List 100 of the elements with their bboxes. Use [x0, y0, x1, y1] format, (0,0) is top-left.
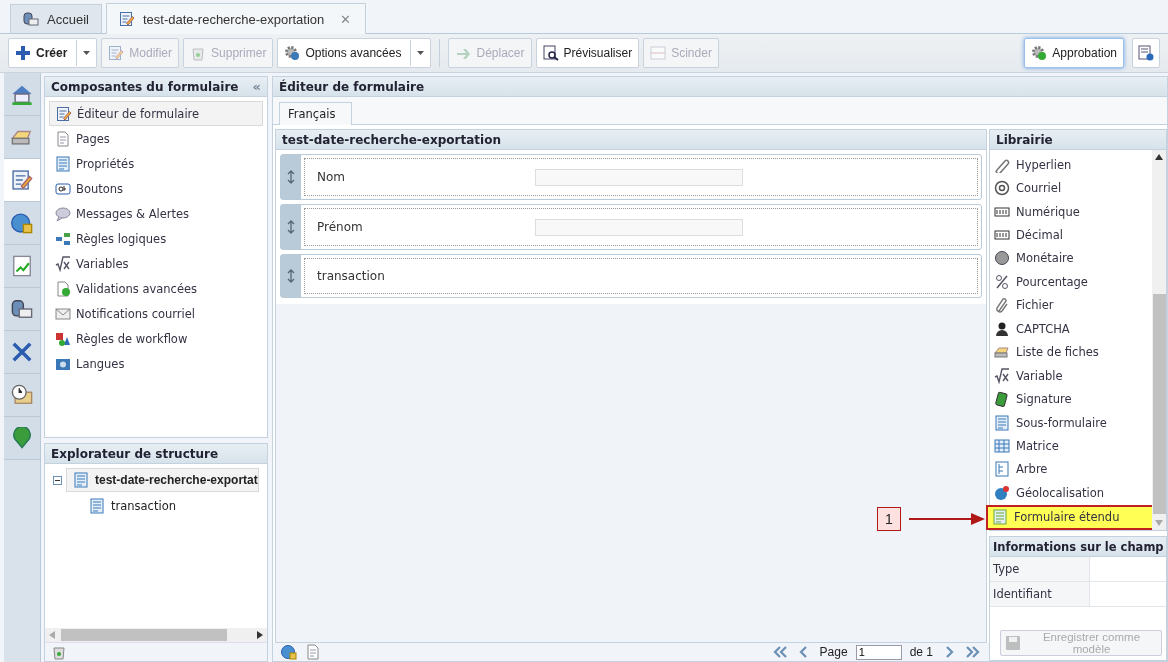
page-number-field[interactable]: 1 [855, 644, 902, 660]
toolbar-button[interactable]: Créer [8, 38, 98, 68]
library-item[interactable]: Sous-formulaire [990, 410, 1152, 435]
side-nav-button[interactable] [4, 417, 40, 460]
tab[interactable]: test-date-recherche-exportation ✕ [105, 3, 367, 34]
last-page-icon [965, 644, 981, 660]
paperclip-icon [994, 297, 1010, 314]
horizontal-scrollbar[interactable] [45, 628, 267, 642]
trash-icon [51, 644, 67, 660]
square-root-icon [55, 255, 71, 272]
library-item[interactable]: Variable [990, 363, 1152, 388]
library-item[interactable]: Fichier [990, 293, 1152, 318]
form-field-row[interactable]: Prénom [280, 204, 982, 250]
component-item[interactable]: Variables [49, 251, 263, 276]
approval-button[interactable]: Approbation [1024, 38, 1124, 68]
house-icon [11, 83, 33, 105]
trash-icon [190, 45, 207, 61]
panel-title: Informations sur le champ [993, 539, 1164, 554]
side-nav-button[interactable] [4, 159, 40, 202]
component-item[interactable]: Langues [49, 351, 263, 376]
component-item[interactable]: Règles logiques [49, 226, 263, 251]
document-info-icon [1138, 45, 1154, 61]
library-item[interactable]: Formulaire étendu [988, 506, 1152, 529]
library-item[interactable]: Monétaire [990, 246, 1152, 271]
side-nav-button[interactable] [4, 374, 40, 417]
coin-icon [994, 250, 1010, 267]
scroll-right-icon[interactable] [257, 631, 263, 639]
side-nav-button[interactable] [4, 288, 40, 331]
tab[interactable]: Accueil [10, 4, 102, 33]
form-field-row[interactable]: Nom [280, 154, 982, 200]
library-item[interactable]: Géolocalisation [990, 481, 1152, 505]
workflow-icon [55, 330, 71, 347]
plus-icon [15, 45, 31, 61]
library-item[interactable]: Signature [990, 387, 1152, 411]
form-icon [994, 414, 1010, 431]
page-total: de 1 [909, 645, 933, 659]
clock-icon [11, 384, 33, 406]
phone-icon [994, 391, 1010, 408]
library-item[interactable]: Numérique [990, 199, 1152, 224]
info-button[interactable] [1132, 38, 1160, 68]
document-check-icon [55, 280, 71, 297]
tree-node[interactable]: transaction [53, 492, 176, 514]
component-item[interactable]: Règles de workflow [49, 326, 263, 351]
library-item[interactable]: Pourcentage [990, 270, 1152, 294]
form-edit-icon [11, 169, 33, 191]
toolbar-button[interactable]: Options avancées [277, 38, 432, 68]
library-item[interactable]: Décimal [990, 223, 1152, 247]
component-item[interactable]: Notifications courriel [49, 301, 263, 326]
toolbar-button[interactable]: Prévisualiser [535, 38, 640, 68]
button-icon [55, 180, 71, 197]
library-item[interactable]: Hyperlien [990, 153, 1152, 177]
location-pin-icon [11, 427, 33, 449]
caret-icon[interactable] [410, 40, 425, 66]
input-field[interactable] [535, 168, 743, 186]
library-item[interactable]: Liste de fiches [990, 340, 1152, 364]
first-page-icon [771, 644, 788, 660]
link-icon [994, 156, 1010, 173]
input-field[interactable] [535, 218, 743, 236]
library-item[interactable]: Arbre [990, 457, 1152, 482]
envelope-icon [55, 305, 71, 322]
tree-node[interactable]: test-date-recherche-exportat [66, 468, 259, 492]
component-item[interactable]: Validations avancées [49, 276, 263, 301]
property-label: Identifiant [990, 582, 1090, 606]
component-item[interactable]: Pages [49, 126, 263, 151]
side-nav-button[interactable] [4, 73, 40, 116]
component-item[interactable]: Éditeur de formulaire [49, 101, 263, 126]
side-nav-button[interactable] [4, 116, 40, 159]
callout-number: 1 [877, 507, 901, 531]
tray-icon [994, 344, 1010, 361]
component-item[interactable]: Propriétés [49, 151, 263, 176]
form-edit-icon [118, 11, 135, 27]
form-field-row[interactable]: transaction [280, 254, 982, 298]
language-tab[interactable]: Français [279, 102, 353, 125]
clipboard-icon [55, 155, 71, 172]
square-root-icon [994, 367, 1010, 384]
grid-icon [994, 437, 1010, 454]
scroll-left-icon[interactable] [49, 631, 55, 639]
page-label: Page [819, 645, 848, 659]
library-item[interactable]: Courriel [990, 176, 1152, 200]
side-nav-button[interactable] [4, 245, 40, 288]
scroll-down-icon[interactable] [1155, 520, 1163, 526]
component-item[interactable]: Messages & Alertes [49, 201, 263, 226]
preview-icon [542, 45, 559, 61]
tree-icon [994, 461, 1010, 478]
caret-icon[interactable] [76, 40, 91, 66]
component-item[interactable]: Boutons [49, 176, 263, 201]
panel-title: Éditeur de formulaire [279, 79, 425, 94]
scroll-up-icon[interactable] [1155, 154, 1163, 160]
speech-bubble-icon [55, 205, 71, 222]
side-nav-button[interactable] [4, 202, 40, 245]
collapse-toggle-icon[interactable] [53, 475, 62, 485]
property-label: Type [990, 557, 1090, 581]
library-item[interactable]: CAPTCHA [990, 317, 1152, 341]
gear-check-icon [1031, 45, 1048, 61]
logic-blocks-icon [55, 230, 71, 247]
split-icon [650, 45, 667, 61]
form-icon [89, 498, 105, 514]
side-nav-button[interactable] [4, 331, 40, 374]
library-item[interactable]: Matrice [990, 434, 1152, 458]
vertical-scrollbar[interactable] [1152, 150, 1166, 530]
